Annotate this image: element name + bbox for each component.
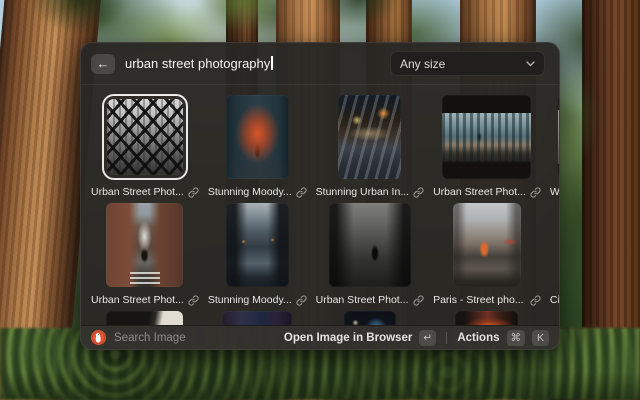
result-item[interactable]: Stunning Moody... bbox=[206, 93, 309, 201]
k-key-badge: K bbox=[532, 330, 549, 346]
result-thumbnail-frame bbox=[548, 201, 559, 289]
result-thumbnail[interactable] bbox=[107, 99, 183, 175]
result-caption: Urban Street Phot... bbox=[431, 181, 543, 201]
result-item[interactable]: Urban Street Phot... bbox=[89, 201, 201, 309]
result-caption: What Is Urban La... bbox=[548, 181, 559, 201]
result-item[interactable] bbox=[314, 309, 426, 325]
result-thumbnail-frame bbox=[89, 201, 201, 289]
command-key-badge: ⌘ bbox=[507, 330, 526, 346]
result-thumbnail-frame bbox=[206, 93, 309, 181]
result-caption: Urban Street Phot... bbox=[89, 181, 201, 201]
image-search-panel: ← urban street photography Any size Urba… bbox=[80, 42, 560, 350]
result-item[interactable]: Urban Street Phot... bbox=[431, 93, 543, 201]
result-title: Paris - Street pho... bbox=[433, 294, 523, 306]
footer-divider bbox=[446, 332, 447, 344]
result-thumbnail[interactable] bbox=[329, 203, 411, 287]
result-item[interactable]: Urban Street Phot... bbox=[314, 201, 426, 309]
result-thumbnail[interactable] bbox=[106, 203, 183, 287]
search-header: ← urban street photography Any size bbox=[81, 43, 559, 85]
link-icon[interactable] bbox=[530, 187, 541, 198]
result-thumbnail[interactable] bbox=[106, 311, 183, 325]
text-caret bbox=[271, 56, 273, 70]
source-info: Search Image bbox=[91, 330, 186, 345]
result-item[interactable]: Stunning Urban In... bbox=[314, 93, 426, 201]
return-key-badge: ↵ bbox=[419, 330, 436, 346]
result-thumbnail-frame bbox=[206, 309, 309, 325]
result-thumbnail-frame bbox=[548, 309, 559, 325]
result-item[interactable]: What Is Urban La... bbox=[548, 93, 559, 201]
result-caption: Stunning Urban In... bbox=[314, 181, 426, 201]
result-title: City Road Photog... bbox=[550, 294, 559, 306]
result-thumbnail[interactable] bbox=[442, 95, 531, 179]
size-filter-value: Any size bbox=[400, 57, 445, 71]
chevron-down-icon bbox=[526, 61, 535, 67]
result-title: Urban Street Phot... bbox=[316, 294, 409, 306]
result-item[interactable] bbox=[206, 309, 309, 325]
result-thumbnail-frame bbox=[89, 309, 201, 325]
result-caption: Stunning Moody... bbox=[206, 181, 309, 201]
link-icon[interactable] bbox=[188, 295, 199, 306]
result-item[interactable]: City Road Photog... bbox=[548, 201, 559, 309]
result-title: Stunning Moody... bbox=[208, 294, 292, 306]
back-button[interactable]: ← bbox=[91, 54, 115, 74]
size-filter-dropdown[interactable]: Any size bbox=[390, 51, 545, 76]
result-thumbnail-frame bbox=[206, 201, 309, 289]
result-item[interactable] bbox=[431, 309, 543, 325]
result-thumbnail[interactable] bbox=[344, 311, 396, 325]
command-label: Search Image bbox=[114, 332, 186, 344]
actions-menu-label[interactable]: Actions bbox=[457, 332, 499, 344]
result-thumbnail-frame bbox=[431, 309, 543, 325]
result-item[interactable] bbox=[548, 309, 559, 325]
link-icon[interactable] bbox=[296, 187, 307, 198]
result-thumbnail[interactable] bbox=[455, 311, 518, 325]
result-title: Stunning Moody... bbox=[208, 186, 292, 198]
result-thumbnail-frame bbox=[314, 93, 426, 181]
result-thumbnail-frame bbox=[431, 201, 543, 289]
link-icon[interactable] bbox=[296, 295, 307, 306]
result-thumbnail[interactable] bbox=[222, 311, 292, 325]
result-title: What Is Urban La... bbox=[550, 186, 559, 198]
result-thumbnail[interactable] bbox=[338, 95, 401, 179]
result-title: Urban Street Phot... bbox=[91, 186, 184, 198]
result-caption: Stunning Moody... bbox=[206, 289, 309, 309]
result-title: Stunning Urban In... bbox=[316, 186, 409, 198]
back-arrow-icon: ← bbox=[97, 56, 110, 71]
link-icon[interactable] bbox=[530, 295, 541, 306]
result-title: Urban Street Phot... bbox=[433, 186, 526, 198]
footer-actions: Open Image in Browser ↵ Actions ⌘ K bbox=[284, 330, 549, 346]
result-thumbnail-frame bbox=[89, 93, 201, 181]
result-thumbnail[interactable] bbox=[226, 95, 289, 179]
result-item[interactable]: Urban Street Phot... bbox=[89, 93, 201, 201]
result-caption: Paris - Street pho... bbox=[431, 289, 543, 309]
results-grid: Urban Street Phot... Stunning Moody... Stu… bbox=[81, 85, 559, 325]
search-query-text: urban street photography bbox=[125, 56, 270, 71]
result-thumbnail-frame bbox=[314, 309, 426, 325]
result-thumbnail-frame bbox=[548, 93, 559, 181]
result-thumbnail[interactable] bbox=[226, 203, 289, 287]
link-icon[interactable] bbox=[413, 295, 424, 306]
primary-action-label[interactable]: Open Image in Browser bbox=[284, 332, 412, 344]
result-title: Urban Street Phot... bbox=[91, 294, 184, 306]
result-caption: Urban Street Phot... bbox=[89, 289, 201, 309]
result-caption: City Road Photog... bbox=[548, 289, 559, 309]
footer-bar: Search Image Open Image in Browser ↵ Act… bbox=[81, 325, 559, 349]
result-thumbnail-frame bbox=[314, 201, 426, 289]
link-icon[interactable] bbox=[413, 187, 424, 198]
result-item[interactable]: Stunning Moody... bbox=[206, 201, 309, 309]
search-input[interactable]: urban street photography bbox=[125, 56, 273, 71]
result-caption: Urban Street Phot... bbox=[314, 289, 426, 309]
result-thumbnail-frame bbox=[431, 93, 543, 181]
duckduckgo-icon bbox=[91, 330, 106, 345]
result-thumbnail[interactable] bbox=[453, 203, 521, 287]
result-item[interactable]: Paris - Street pho... bbox=[431, 201, 543, 309]
result-item[interactable] bbox=[89, 309, 201, 325]
link-icon[interactable] bbox=[188, 187, 199, 198]
result-thumbnail[interactable] bbox=[558, 95, 559, 179]
